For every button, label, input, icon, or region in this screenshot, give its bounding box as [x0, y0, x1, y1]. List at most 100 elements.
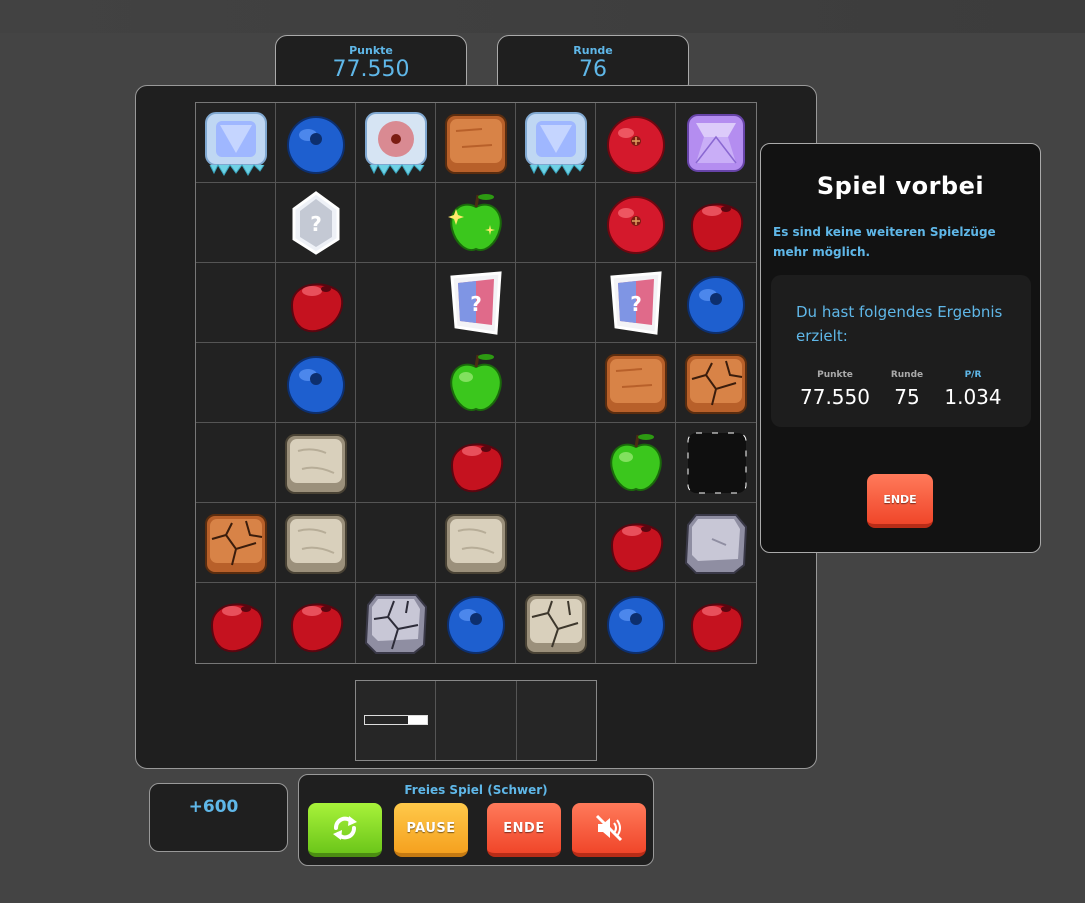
board-cell[interactable] [436, 343, 516, 423]
game-over-message: Es sind keine weiteren Spielzüge mehr mö… [773, 225, 996, 259]
green-apple-sparkle-tile [448, 194, 502, 251]
svg-text:?: ? [470, 292, 482, 316]
result-points: Punkte 77.550 [795, 370, 875, 409]
result-box: Du hast folgendes Ergebnis erzielt: Punk… [771, 275, 1031, 427]
gray-stone-block-tile [684, 514, 748, 574]
mystery-box-color-tile: ? [450, 271, 502, 335]
blueberry-tile [287, 116, 345, 174]
board-cell[interactable] [196, 183, 276, 263]
board-cell[interactable] [676, 583, 756, 663]
stone-block-tile [285, 434, 347, 494]
board-cell[interactable] [356, 263, 436, 343]
board-cell[interactable]: ? [596, 263, 676, 343]
queue-slot[interactable] [436, 681, 517, 760]
mute-button[interactable] [572, 803, 646, 857]
wood-block-tile [445, 114, 507, 174]
mystery-box-color-tile: ? [610, 271, 662, 335]
sound-muted-icon [595, 814, 623, 842]
board-cell[interactable] [516, 343, 596, 423]
gray-stone-cracked-tile [364, 594, 428, 654]
svg-text:?: ? [630, 292, 642, 316]
board-cell[interactable] [676, 183, 756, 263]
board-cell[interactable] [276, 103, 356, 183]
board-cell[interactable] [516, 503, 596, 583]
top-band [0, 0, 1085, 33]
board-cell[interactable] [436, 583, 516, 663]
queue-progress-bar [364, 715, 428, 725]
board-cell[interactable] [676, 263, 756, 343]
board-cell[interactable] [356, 423, 436, 503]
board-cell[interactable] [676, 423, 756, 503]
green-apple-tile [610, 434, 662, 491]
board-cell[interactable]: ? [276, 183, 356, 263]
board-cell[interactable] [516, 423, 596, 503]
board-cell[interactable] [356, 583, 436, 663]
board-cell[interactable] [196, 503, 276, 583]
red-berry-tile [607, 196, 665, 254]
wood-block-cracked-tile [205, 514, 267, 574]
green-apple-tile [450, 354, 502, 411]
wood-block-cracked-tile [685, 354, 747, 414]
ice-cube-frozen-tile [525, 112, 587, 176]
board-cell[interactable] [276, 423, 356, 503]
board-cell[interactable] [356, 103, 436, 183]
board-cell[interactable] [676, 343, 756, 423]
cherry-tile [690, 603, 744, 653]
mode-title: Freies Spiel (Schwer) [404, 783, 548, 797]
red-berry-frozen-tile [365, 112, 427, 176]
board-cell[interactable] [436, 503, 516, 583]
board-cell[interactable] [436, 423, 516, 503]
board-cell[interactable] [276, 343, 356, 423]
result-points-label: Punkte [817, 370, 853, 380]
round-value: 76 [579, 57, 607, 82]
points-label: Punkte [349, 44, 393, 57]
board-cell[interactable] [356, 503, 436, 583]
game-board[interactable]: ??? [195, 102, 757, 664]
board-cell[interactable] [196, 263, 276, 343]
board-cell[interactable] [516, 183, 596, 263]
board-cell[interactable] [596, 343, 676, 423]
board-cell[interactable] [596, 503, 676, 583]
board-cell[interactable] [276, 263, 356, 343]
result-points-value: 77.550 [800, 385, 870, 409]
result-ratio: P/R 1.034 [933, 370, 1013, 409]
game-over-end-button[interactable]: ENDE [867, 474, 933, 528]
board-cell[interactable] [196, 103, 276, 183]
board-cell[interactable]: ? [436, 263, 516, 343]
end-button[interactable]: ENDE [487, 803, 561, 857]
board-cell[interactable] [676, 103, 756, 183]
board-cell[interactable] [276, 503, 356, 583]
board-cell[interactable] [356, 343, 436, 423]
queue-slot[interactable] [356, 681, 437, 760]
board-cell[interactable] [196, 343, 276, 423]
board-cell[interactable] [596, 103, 676, 183]
board-cell[interactable] [676, 503, 756, 583]
svg-text:?: ? [310, 212, 322, 236]
board-cell[interactable] [596, 583, 676, 663]
board-cell[interactable] [196, 583, 276, 663]
round-label: Runde [573, 44, 613, 57]
result-ratio-value: 1.034 [944, 385, 1002, 409]
board-cell[interactable] [516, 103, 596, 183]
cherry-tile [610, 523, 664, 573]
pause-button[interactable]: PAUSE [394, 803, 468, 857]
stone-block-tile [445, 514, 507, 574]
board-cell[interactable] [596, 183, 676, 263]
board-cell[interactable] [436, 103, 516, 183]
board-cell[interactable] [516, 583, 596, 663]
restart-button[interactable] [308, 803, 382, 857]
board-cell[interactable] [516, 263, 596, 343]
points-value: 77.550 [332, 57, 410, 82]
board-cell[interactable] [196, 423, 276, 503]
blueberry-tile [287, 356, 345, 414]
board-cell[interactable] [356, 183, 436, 263]
board-cell[interactable] [276, 583, 356, 663]
board-cell[interactable] [436, 183, 516, 263]
cherry-tile [290, 603, 344, 653]
control-panel: Freies Spiel (Schwer) PAUSE ENDE [298, 774, 654, 866]
restart-icon [333, 816, 357, 840]
board-cell[interactable] [596, 423, 676, 503]
red-berry-tile [607, 116, 665, 174]
queue-slot[interactable] [517, 681, 596, 760]
cherry-tile [690, 203, 744, 253]
